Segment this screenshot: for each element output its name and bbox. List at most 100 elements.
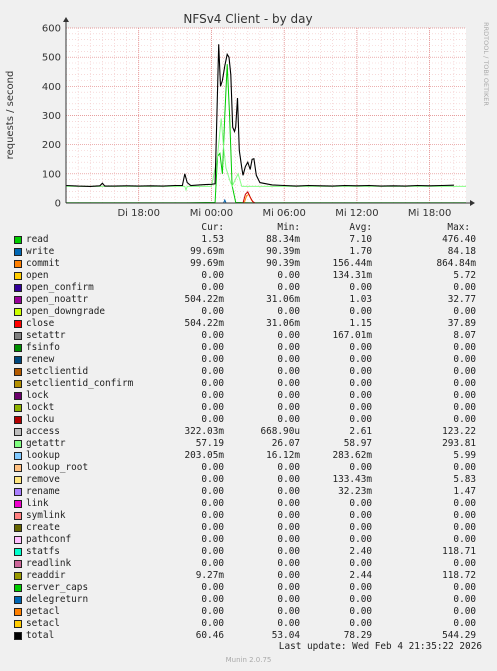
legend-series-name: write: [26, 246, 55, 257]
legend-max-value: 0.00: [453, 342, 476, 353]
legend-series-name: link: [26, 498, 49, 509]
legend-max-value: 0.00: [453, 378, 476, 389]
legend-series-name: setacl: [26, 618, 60, 629]
legend-min-value: 31.06m: [266, 294, 300, 305]
legend-avg-value: 1.15: [349, 318, 372, 329]
legend-cur-value: 99.69m: [190, 246, 224, 257]
legend-row-link: link 0.00 0.00 0.00 0.00: [0, 498, 497, 510]
legend-min-value: 0.00: [277, 510, 300, 521]
legend-max-value: 0.00: [453, 618, 476, 629]
legend-row-open_noattr: open_noattr 504.22m 31.06m 1.03 32.77: [0, 294, 497, 306]
legend-max-value: 0.00: [453, 522, 476, 533]
legend-row-fsinfo: fsinfo 0.00 0.00 0.00 0.00: [0, 342, 497, 354]
legend-swatch: [14, 380, 22, 388]
legend-avg-value: 0.00: [349, 342, 372, 353]
legend-avg-value: 0.00: [349, 378, 372, 389]
legend-cur-value: 0.00: [201, 474, 224, 485]
legend-row-open_downgrade: open_downgrade 0.00 0.00 0.00 0.00: [0, 306, 497, 318]
x-tick-label: Mi 00:00: [190, 208, 233, 219]
legend-max-value: 476.40: [442, 234, 476, 245]
legend-series-name: create: [26, 522, 60, 533]
legend-avg-value: 134.31m: [332, 270, 372, 281]
legend-min-value: 0.00: [277, 570, 300, 581]
legend-avg-value: 2.44: [349, 570, 372, 581]
y-tick-label: 100: [42, 169, 61, 180]
legend-swatch: [14, 632, 22, 640]
legend-min-value: 0.00: [277, 594, 300, 605]
legend-cur-value: 0.00: [201, 462, 224, 473]
legend-max-value: 0.00: [453, 510, 476, 521]
legend-series-name: renew: [26, 354, 55, 365]
legend-max-value: 1.47: [453, 486, 476, 497]
legend-swatch: [14, 452, 22, 460]
legend-swatch: [14, 248, 22, 256]
legend-series-name: open_downgrade: [26, 306, 106, 317]
legend-swatch: [14, 320, 22, 328]
legend-swatch: [14, 488, 22, 496]
legend-row-write: write 99.69m 90.39m 1.70 84.18: [0, 246, 497, 258]
y-tick-label: 500: [42, 53, 61, 64]
legend-series-name: statfs: [26, 546, 60, 557]
legend-series-name: readlink: [26, 558, 72, 569]
legend-swatch: [14, 428, 22, 436]
legend-row-setclientid_confirm: setclientid_confirm 0.00 0.00 0.00 0.00: [0, 378, 497, 390]
y-tick-label: 0: [55, 199, 61, 210]
legend-cur-value: 322.03m: [184, 426, 224, 437]
legend-row-getattr: getattr 57.19 26.07 58.97 293.81: [0, 438, 497, 450]
legend-row-read: read 1.53 88.34m 7.10 476.40: [0, 234, 497, 246]
legend-row-getacl: getacl 0.00 0.00 0.00 0.00: [0, 606, 497, 618]
legend-avg-value: 0.00: [349, 558, 372, 569]
legend-series-name: commit: [26, 258, 60, 269]
legend-avg-value: 2.40: [349, 546, 372, 557]
legend-min-value: 88.34m: [266, 234, 300, 245]
legend-min-value: 0.00: [277, 618, 300, 629]
legend-cur-value: 0.00: [201, 270, 224, 281]
legend-avg-value: 0.00: [349, 594, 372, 605]
legend-series-name: remove: [26, 474, 60, 485]
legend-cur-value: 0.00: [201, 594, 224, 605]
chart-title: NFSv4 Client - by day: [183, 12, 312, 26]
legend-avg-value: 1.03: [349, 294, 372, 305]
legend-series-name: getattr: [26, 438, 66, 449]
legend-max-value: 5.83: [453, 474, 476, 485]
legend-max-value: 0.00: [453, 282, 476, 293]
legend-max-value: 118.71: [442, 546, 476, 557]
legend-min-value: 668.90u: [260, 426, 300, 437]
legend-max-value: 8.07: [453, 330, 476, 341]
legend-min-value: 0.00: [277, 546, 300, 557]
x-tick-label: Mi 06:00: [262, 208, 305, 219]
legend-min-value: 0.00: [277, 486, 300, 497]
legend-avg-value: 0.00: [349, 510, 372, 521]
legend-swatch: [14, 584, 22, 592]
legend-min-value: 0.00: [277, 306, 300, 317]
legend-cur-value: 0.00: [201, 390, 224, 401]
y-tick-label: 300: [42, 111, 61, 122]
legend-cur-value: 0.00: [201, 414, 224, 425]
legend-max-value: 0.00: [453, 306, 476, 317]
legend-row-rename: rename 0.00 0.00 32.23m 1.47: [0, 486, 497, 498]
legend-swatch: [14, 392, 22, 400]
y-tick-label: 600: [42, 24, 61, 35]
legend-series-name: pathconf: [26, 534, 72, 545]
legend-series-name: setattr: [26, 330, 66, 341]
legend-header-cur: Cur:: [201, 222, 224, 233]
legend-avg-value: 133.43m: [332, 474, 372, 485]
legend-cur-value: 9.27m: [195, 570, 224, 581]
legend-cur-value: 0.00: [201, 378, 224, 389]
last-update-text: Last update: Wed Feb 4 21:35:22 2026: [278, 641, 482, 652]
legend-min-value: 0.00: [277, 522, 300, 533]
legend-series-name: rename: [26, 486, 60, 497]
legend-row-lock: lock 0.00 0.00 0.00 0.00: [0, 390, 497, 402]
legend-swatch: [14, 596, 22, 604]
x-tick-label: Di 18:00: [117, 208, 159, 219]
legend-swatch: [14, 272, 22, 280]
legend-min-value: 0.00: [277, 270, 300, 281]
legend-avg-value: 167.01m: [332, 330, 372, 341]
legend-max-value: 37.89: [447, 318, 476, 329]
legend-cur-value: 504.22m: [184, 294, 224, 305]
legend-max-value: 0.00: [453, 414, 476, 425]
legend-cur-value: 99.69m: [190, 258, 224, 269]
legend-max-value: 0.00: [453, 462, 476, 473]
legend-swatch: [14, 440, 22, 448]
legend-series-name: access: [26, 426, 60, 437]
